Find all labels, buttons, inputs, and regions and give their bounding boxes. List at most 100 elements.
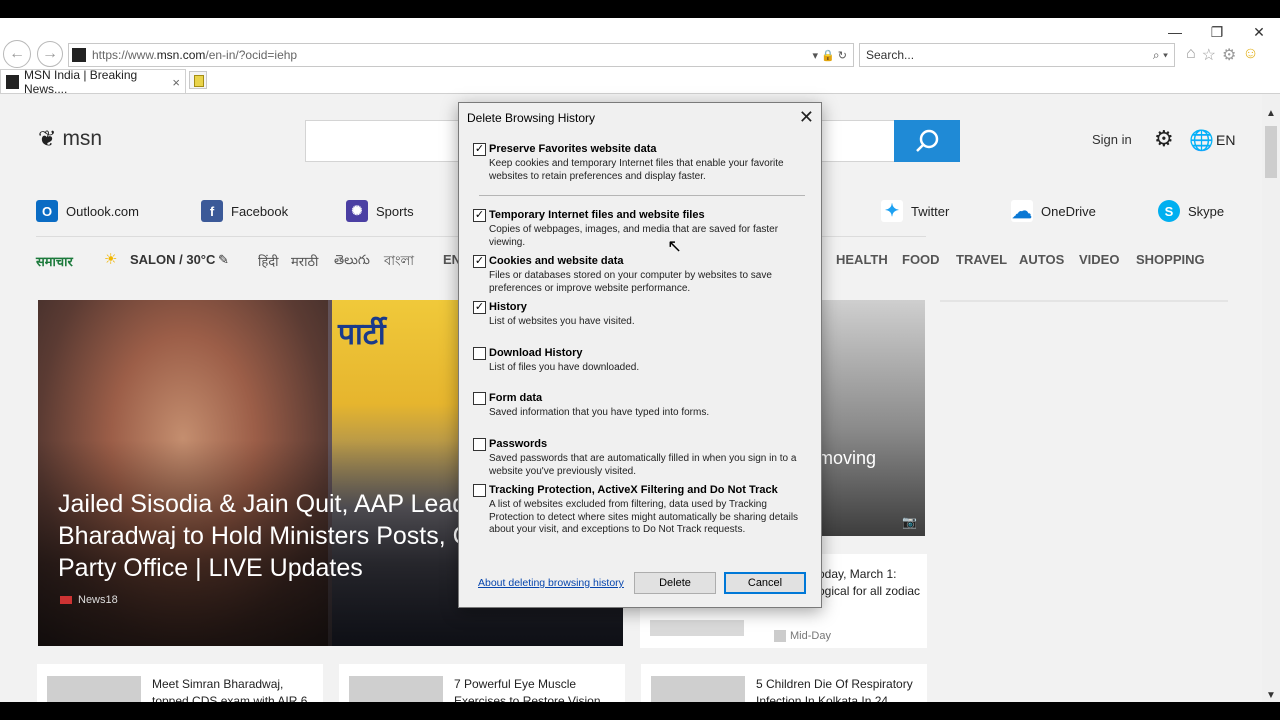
pencil-icon[interactable]: ✎ bbox=[218, 252, 229, 268]
option-desc: Saved information that you have typed in… bbox=[489, 407, 710, 418]
nav-lang-bengali[interactable]: বাংলা bbox=[384, 252, 414, 273]
language-selector[interactable]: EN bbox=[1216, 132, 1235, 148]
address-url[interactable]: https://www.msn.com/en-in/?ocid=iehp bbox=[92, 48, 297, 62]
onedrive-icon: ☁ bbox=[1011, 200, 1033, 223]
card3-source: Mid-Day bbox=[774, 630, 831, 642]
checkbox[interactable]: ✓ bbox=[473, 301, 486, 314]
tab-close-icon[interactable]: × bbox=[172, 75, 180, 90]
logo-text: msn bbox=[62, 127, 103, 150]
delete-button[interactable]: Delete bbox=[634, 572, 716, 594]
page-scrollbar[interactable]: ▲ ▼ bbox=[1262, 94, 1280, 702]
scroll-thumb[interactable] bbox=[1265, 126, 1277, 178]
forward-arrow-icon: → bbox=[42, 45, 58, 62]
checkbox[interactable] bbox=[473, 438, 486, 451]
toolbar-icons: ⌂ ☆ ⚙ ☺ bbox=[1186, 45, 1259, 65]
search-dropdown-icon[interactable]: ⌕ ▾ bbox=[1153, 48, 1174, 63]
url-path: /en-in/?ocid=iehp bbox=[205, 48, 298, 62]
option-label[interactable]: Cookies and website data bbox=[489, 255, 623, 267]
option-desc: List of files you have downloaded. bbox=[489, 362, 640, 373]
quick-link-label: Sports bbox=[376, 203, 414, 219]
option-label[interactable]: History bbox=[489, 301, 527, 313]
tab-favicon bbox=[6, 75, 19, 89]
checkbox[interactable] bbox=[473, 392, 486, 405]
nav-health[interactable]: HEALTH bbox=[836, 252, 888, 267]
quick-link-onedrive[interactable]: ☁ OneDrive bbox=[1011, 200, 1096, 223]
quick-link-label: Outlook.com bbox=[66, 203, 139, 219]
site-favicon bbox=[72, 48, 86, 62]
minimize-button[interactable]: — bbox=[1154, 18, 1196, 46]
msn-search-button[interactable] bbox=[894, 120, 960, 162]
news18-logo-icon bbox=[60, 596, 72, 604]
dialog-title: Delete Browsing History bbox=[467, 111, 596, 125]
close-window-button[interactable]: ✕ bbox=[1238, 18, 1280, 46]
checkbox[interactable]: ✓ bbox=[473, 255, 486, 268]
option-label[interactable]: Download History bbox=[489, 347, 583, 359]
nav-lang-telugu[interactable]: తెలుగు bbox=[334, 252, 370, 271]
nav-shopping[interactable]: SHOPPING bbox=[1136, 252, 1205, 267]
checkbox[interactable]: ✓ bbox=[473, 143, 486, 156]
cancel-button[interactable]: Cancel bbox=[724, 572, 806, 594]
browser-search-input[interactable]: Search... ⌕ ▾ bbox=[859, 43, 1175, 67]
back-button[interactable]: ← bbox=[3, 40, 31, 68]
nav-weather[interactable]: SALON / 30°C bbox=[130, 252, 215, 267]
nav-lang-hindi[interactable]: हिंदी bbox=[258, 252, 279, 270]
globe-icon[interactable]: 🌐 bbox=[1189, 128, 1214, 153]
sports-icon: ✺ bbox=[346, 200, 368, 222]
quick-link-skype[interactable]: S Skype bbox=[1158, 200, 1224, 222]
checkbox[interactable] bbox=[473, 484, 486, 497]
nav-autos[interactable]: AUTOS bbox=[1019, 252, 1064, 267]
hero-source: News18 bbox=[60, 594, 118, 606]
nav-news-hindi[interactable]: समाचार bbox=[36, 252, 73, 270]
msn-logo[interactable]: ❦ msn bbox=[38, 126, 102, 152]
checkbox[interactable]: ✓ bbox=[473, 209, 486, 222]
quick-link-label: Facebook bbox=[231, 203, 289, 219]
dialog-close-icon[interactable]: ✕ bbox=[799, 107, 814, 128]
sidebar-divider bbox=[940, 300, 1228, 302]
card3-thumbnail bbox=[650, 620, 744, 636]
checkbox[interactable] bbox=[473, 347, 486, 360]
address-controls[interactable]: ▾ 🔒 ↻ bbox=[812, 49, 853, 62]
nav-food[interactable]: FOOD bbox=[902, 252, 940, 267]
bottom-card-title: 7 Powerful Eye Muscle Exercises to Resto… bbox=[454, 677, 601, 702]
favorites-star-icon[interactable]: ☆ bbox=[1202, 45, 1216, 65]
forward-button[interactable]: → bbox=[37, 41, 63, 67]
quick-link-label: OneDrive bbox=[1041, 203, 1096, 219]
quick-link-label: Skype bbox=[1188, 203, 1225, 219]
search-placeholder: Search... bbox=[866, 48, 915, 62]
nav-lang-marathi[interactable]: मराठी bbox=[291, 252, 318, 270]
scroll-down-icon[interactable]: ▼ bbox=[1262, 686, 1280, 702]
option-label[interactable]: Tracking Protection, ActiveX Filtering a… bbox=[489, 484, 778, 496]
option-label[interactable]: Passwords bbox=[489, 438, 547, 450]
back-arrow-icon: ← bbox=[9, 45, 25, 62]
feedback-smiley-icon[interactable]: ☺ bbox=[1242, 45, 1258, 65]
restore-button[interactable]: ❐ bbox=[1196, 18, 1238, 46]
twitter-icon: ✦ bbox=[881, 200, 903, 222]
gear-icon[interactable]: ⚙ bbox=[1154, 126, 1174, 152]
home-icon[interactable]: ⌂ bbox=[1186, 45, 1196, 65]
option-desc: Keep cookies and temporary Internet file… bbox=[489, 158, 784, 182]
bottom-card-3[interactable]: 5 Children Die Of Respiratory Infection … bbox=[641, 664, 927, 702]
quick-link-twitter[interactable]: ✦ Twitter bbox=[881, 200, 949, 222]
nav-video[interactable]: VIDEO bbox=[1079, 252, 1119, 267]
new-tab-button[interactable] bbox=[189, 71, 207, 89]
quick-link-facebook[interactable]: f Facebook bbox=[201, 200, 288, 222]
sign-in-link[interactable]: Sign in bbox=[1092, 132, 1132, 147]
tab-msn[interactable]: MSN India | Breaking News,... × bbox=[0, 68, 186, 96]
dialog-separator bbox=[479, 195, 805, 196]
option-label[interactable]: Preserve Favorites website data bbox=[489, 143, 657, 155]
option-label[interactable]: Form data bbox=[489, 392, 542, 404]
option-label[interactable]: Temporary Internet files and website fil… bbox=[489, 209, 705, 221]
address-bar[interactable]: https://www.msn.com/en-in/?ocid=iehp ▾ 🔒… bbox=[68, 43, 854, 67]
bottom-card-1[interactable]: Meet Simran Bharadwaj, topped CDS exam w… bbox=[37, 664, 323, 702]
scroll-up-icon[interactable]: ▲ bbox=[1262, 104, 1280, 122]
about-deleting-history-link[interactable]: About deleting browsing history bbox=[478, 577, 624, 589]
quick-link-sports[interactable]: ✺ Sports bbox=[346, 200, 414, 222]
quick-link-outlook[interactable]: O Outlook.com bbox=[36, 200, 139, 222]
bottom-card-2[interactable]: 7 Powerful Eye Muscle Exercises to Resto… bbox=[339, 664, 625, 702]
bottom-card-thumbnail bbox=[349, 676, 443, 702]
settings-gear-icon[interactable]: ⚙ bbox=[1222, 45, 1236, 65]
nav-travel[interactable]: TRAVEL bbox=[956, 252, 1007, 267]
facebook-icon: f bbox=[201, 200, 223, 222]
mouse-cursor-icon: ↖ bbox=[667, 236, 683, 256]
sun-icon: ☀ bbox=[104, 251, 118, 268]
